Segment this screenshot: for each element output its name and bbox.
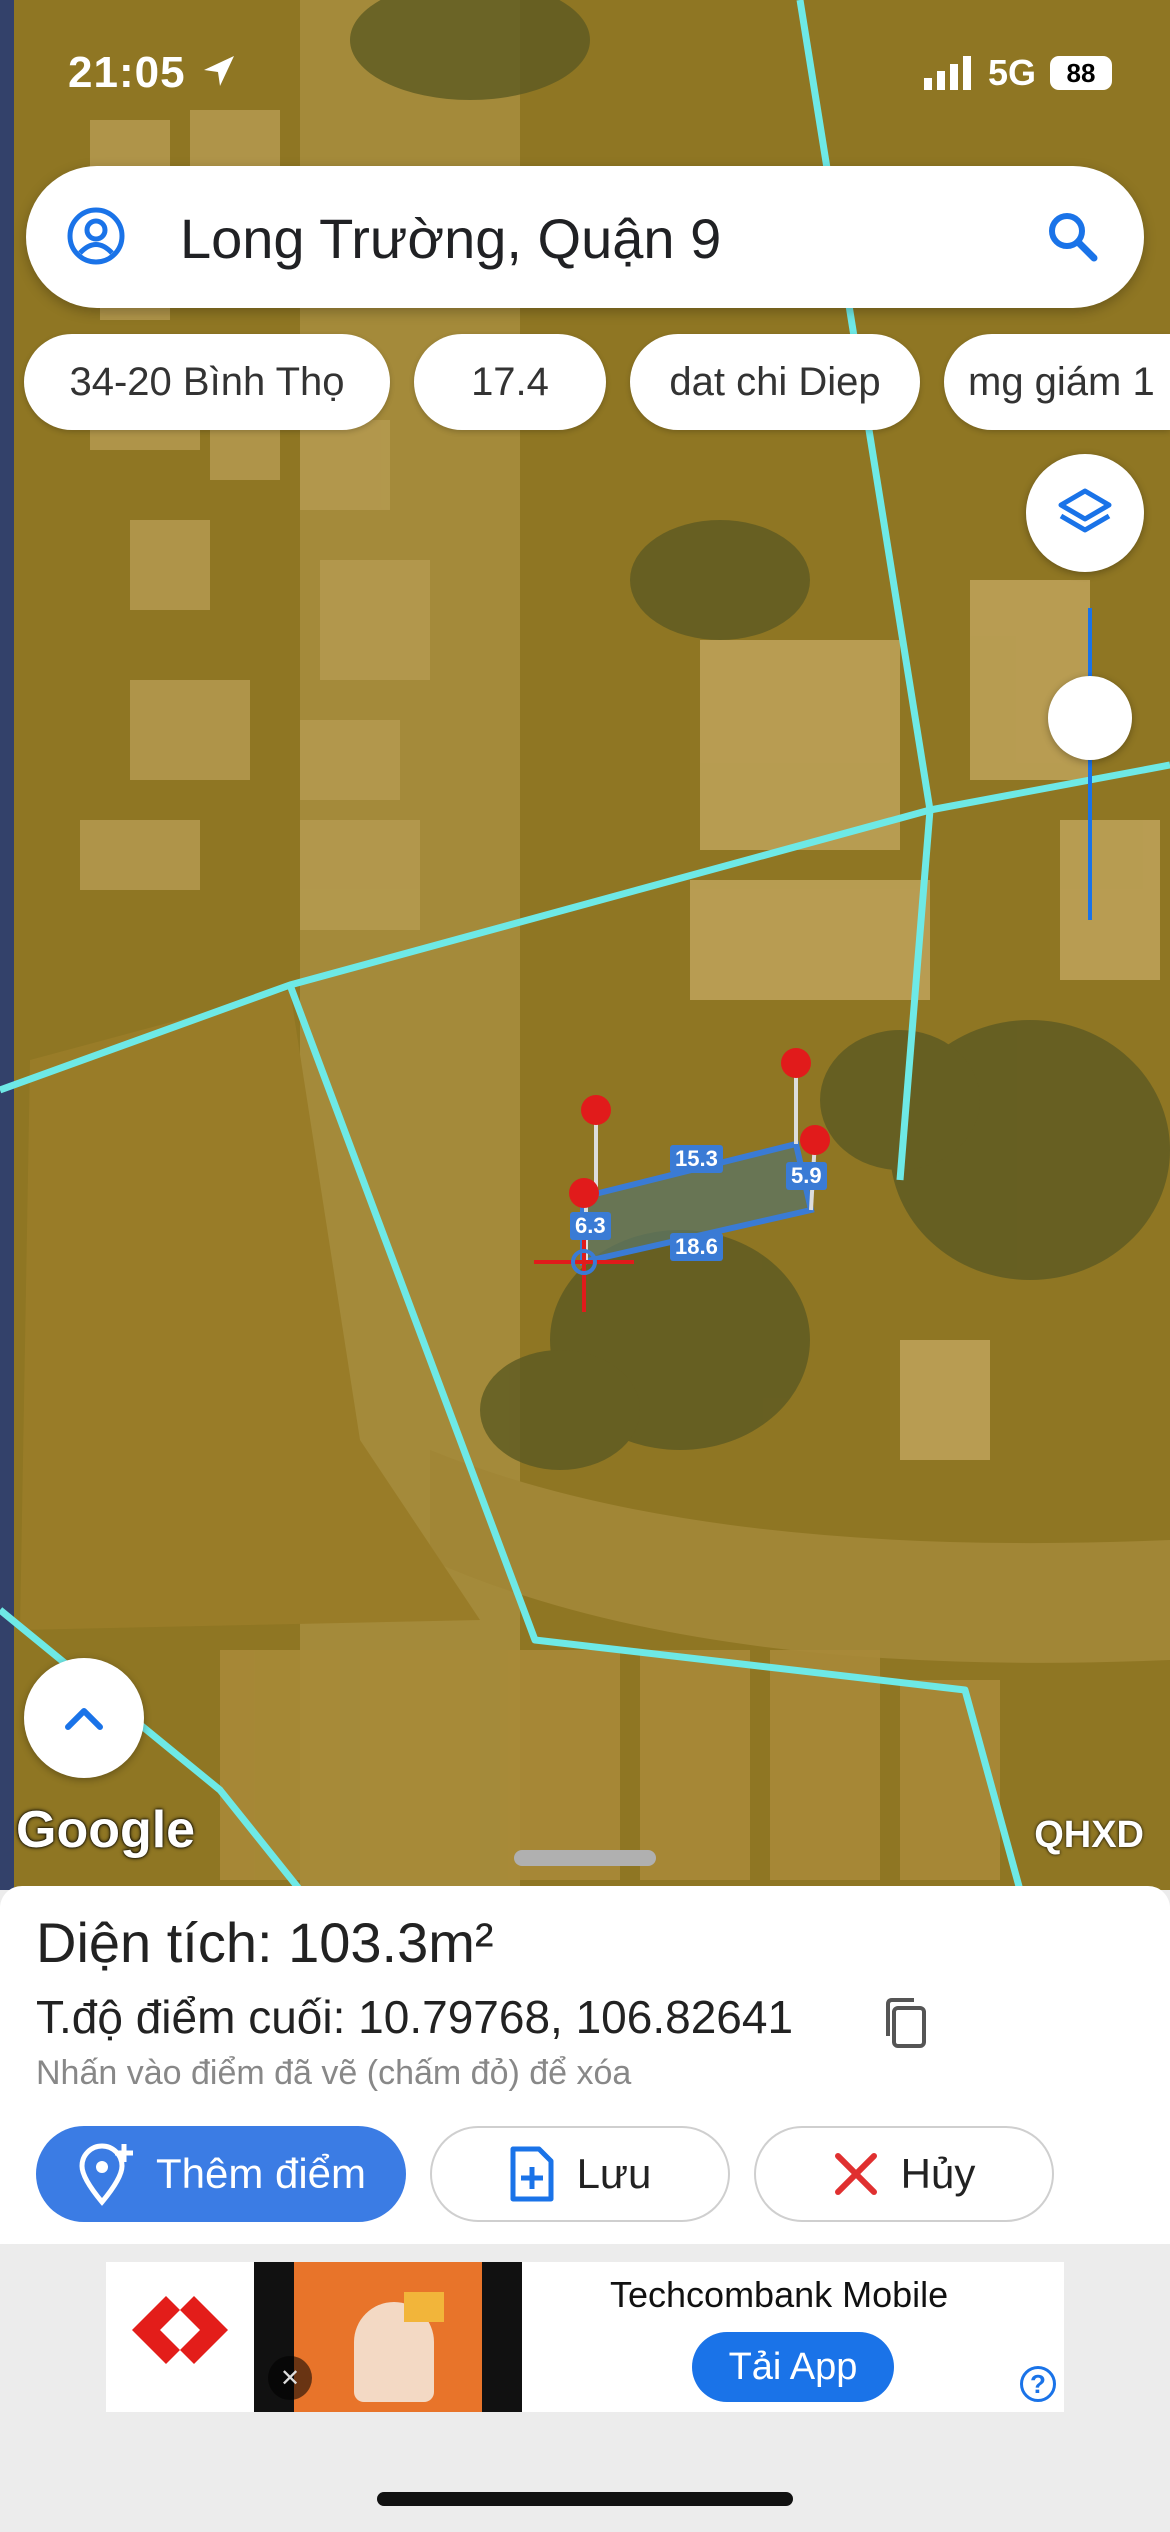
home-indicator	[377, 2492, 793, 2506]
expand-button[interactable]	[24, 1658, 144, 1778]
hint-text: Nhấn vào điểm đã vẽ (chấm đỏ) để xóa	[36, 2054, 632, 2092]
edge-length-label: 18.6	[670, 1233, 723, 1261]
ad-info-icon[interactable]: ?	[1020, 2366, 1056, 2402]
mute-icon[interactable]: ✕	[268, 2356, 312, 2400]
techcombank-logo	[132, 2296, 228, 2364]
account-icon[interactable]	[66, 206, 126, 266]
search-icon[interactable]	[1046, 210, 1098, 262]
layers-button[interactable]	[1026, 454, 1144, 572]
save-button[interactable]: Lưu	[430, 2126, 730, 2222]
edge-length-label: 6.3	[570, 1212, 611, 1240]
edge-length-label: 15.3	[670, 1145, 723, 1173]
drag-handle[interactable]	[514, 1850, 656, 1866]
search-input[interactable]: Long Trường, Quận 9	[180, 206, 721, 271]
battery-icon: 88	[1050, 56, 1112, 90]
ad-video[interactable]: ✕	[254, 2262, 522, 2412]
saved-place-chip[interactable]: 34-20 Bình Thọ	[24, 334, 390, 430]
cancel-button[interactable]: Hủy	[754, 2126, 1054, 2222]
coordinate-label: T.độ điểm cuối:	[36, 1991, 359, 2043]
overlay-label: QHXD	[1034, 1814, 1144, 1856]
add-file-icon	[510, 2146, 554, 2202]
ad-title: Techcombank Mobile	[610, 2274, 949, 2315]
ad-banner[interactable]: ✕ Techcombank Mobile Tải App ?	[106, 2262, 1064, 2412]
area-label: Diện tích:	[36, 1911, 289, 1974]
cancel-label: Hủy	[900, 2150, 976, 2197]
add-point-button[interactable]: Thêm điểm	[36, 2126, 406, 2222]
google-logo: Google	[16, 1801, 196, 1859]
chevron-up-icon	[65, 1708, 103, 1730]
area-value: 103.3m²	[288, 1911, 494, 1974]
add-location-icon	[79, 2143, 133, 2206]
map-pin[interactable]	[781, 1048, 811, 1078]
location-arrow-icon	[204, 56, 234, 86]
close-icon	[834, 2153, 877, 2195]
saved-place-chip[interactable]: mg giám 1	[944, 334, 1170, 430]
edge-length-label: 5.9	[786, 1162, 827, 1190]
network-type: 5G	[987, 52, 1036, 93]
saved-place-chip[interactable]: 17.4	[414, 334, 606, 430]
ad-cta-button[interactable]: Tải App	[692, 2332, 894, 2402]
status-right: 5G 88	[923, 52, 1112, 94]
saved-place-chip[interactable]: dat chi Diep	[630, 334, 920, 430]
signal-icon	[923, 56, 971, 90]
opacity-slider-knob[interactable]	[1048, 676, 1132, 760]
layers-icon	[1058, 488, 1112, 533]
status-time: 21:05	[68, 48, 186, 97]
map-pin[interactable]	[800, 1125, 830, 1155]
map-pin[interactable]	[569, 1178, 599, 1208]
opacity-slider-track[interactable]	[1088, 608, 1092, 920]
copy-icon[interactable]	[880, 1996, 930, 2050]
save-label: Lưu	[576, 2150, 652, 2197]
coordinate-text: T.độ điểm cuối: 10.79768, 106.82641	[36, 1990, 793, 2044]
search-bar[interactable]: Long Trường, Quận 9	[26, 166, 1144, 308]
map-pin[interactable]	[581, 1095, 611, 1125]
area-text: Diện tích: 103.3m²	[36, 1910, 494, 1975]
add-point-label: Thêm điểm	[155, 2150, 367, 2197]
coordinate-value: 10.79768, 106.82641	[358, 1991, 794, 2043]
